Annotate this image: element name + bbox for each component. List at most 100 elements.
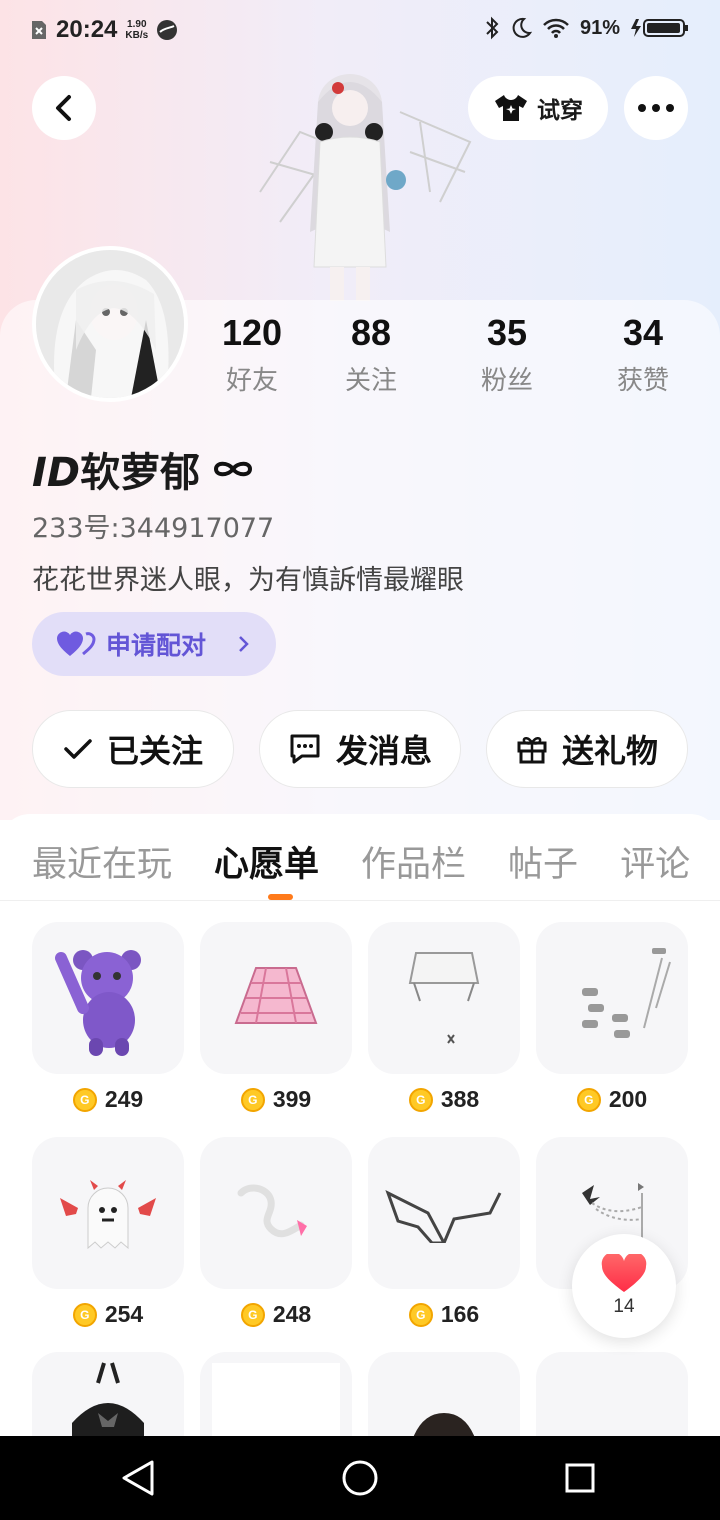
user-id: 233号:344917077	[32, 513, 275, 544]
price-value: 388	[440, 1086, 480, 1112]
battery-percent: 91%	[579, 16, 620, 39]
tab-posts[interactable]: 帖子	[508, 836, 578, 887]
coin-icon: G	[576, 1087, 601, 1112]
white-tail-icon	[231, 1178, 321, 1248]
stat-label: 获赞	[616, 366, 669, 396]
nav-home-button[interactable]	[338, 1456, 382, 1500]
item-price: G 399	[200, 1086, 352, 1113]
stat-fans[interactable]: 35 粉丝	[428, 312, 586, 397]
coin-icon: G	[408, 1302, 433, 1327]
send-gift-button[interactable]: 送礼物	[486, 710, 688, 788]
item-price: G 388	[368, 1086, 520, 1113]
price-value: 254	[104, 1301, 144, 1327]
send-message-label: 发消息	[335, 732, 432, 770]
wishlist-item[interactable]: G 254	[32, 1137, 184, 1328]
item-price: G 166	[368, 1301, 520, 1328]
chevron-right-icon	[238, 634, 250, 654]
item-price: G 254	[32, 1301, 184, 1328]
try-on-button[interactable]: 试穿	[468, 76, 608, 140]
send-message-button[interactable]: 发消息	[259, 710, 461, 788]
wishlist-item[interactable]: G 399	[200, 922, 352, 1113]
status-bar: 20:24 1.90 KB/s 91%	[0, 0, 720, 64]
purple-bear-icon	[53, 938, 163, 1058]
item-thumbnail	[368, 922, 520, 1074]
heart-icon	[601, 1254, 647, 1294]
system-navigation-bar	[0, 1436, 720, 1520]
double-heart-icon	[56, 630, 96, 658]
item-thumbnail	[536, 922, 688, 1074]
tab-recent-played[interactable]: 最近在玩	[32, 836, 172, 887]
item-price: G 249	[32, 1086, 184, 1113]
circle-home-icon	[340, 1458, 380, 1498]
item-thumbnail	[32, 1137, 184, 1289]
wishlist-item[interactable]: G 200	[536, 922, 688, 1113]
wishlist-item[interactable]: G 388	[368, 922, 520, 1113]
square-recents-icon	[562, 1460, 598, 1496]
bio: 花花世界迷人眼，为有慎訴情最耀眼	[32, 565, 464, 596]
triangle-back-icon	[120, 1458, 156, 1498]
more-button[interactable]	[624, 76, 688, 140]
glasses-icon	[384, 1183, 504, 1243]
try-on-label: 试穿	[537, 98, 583, 124]
name-prefix: ID	[32, 450, 81, 496]
bluetooth-icon	[484, 16, 500, 40]
hair-clips-icon	[552, 938, 672, 1058]
white-shorts-icon	[404, 943, 484, 1053]
gift-icon	[516, 733, 548, 765]
stat-friends[interactable]: 120 好友	[190, 312, 314, 397]
battery-charging-icon	[630, 17, 690, 39]
item-thumbnail	[32, 922, 184, 1074]
floating-like-button[interactable]: 14	[572, 1234, 676, 1338]
stat-value: 34	[622, 312, 664, 353]
profile-name: ID软萝郁	[32, 440, 254, 498]
app-notification-icon	[156, 19, 178, 41]
tab-works[interactable]: 作品栏	[361, 836, 466, 887]
item-price: G 248	[200, 1301, 352, 1328]
send-gift-label: 送礼物	[561, 732, 658, 770]
item-thumbnail	[200, 922, 352, 1074]
coin-icon: G	[72, 1302, 97, 1327]
nav-recents-button[interactable]	[558, 1456, 602, 1500]
followed-label: 已关注	[106, 732, 203, 770]
tab-comments[interactable]: 评论	[620, 836, 690, 887]
stat-value: 35	[486, 312, 528, 353]
stat-label: 好友	[225, 366, 278, 396]
price-value: 399	[272, 1086, 312, 1112]
profile-stats: 120 好友 88 关注 35 粉丝 34 获赞	[190, 312, 710, 397]
back-button[interactable]	[32, 76, 96, 140]
infinity-badge-icon	[212, 458, 254, 480]
avatar[interactable]	[32, 246, 188, 402]
chat-bubble-icon	[288, 733, 322, 765]
profile-tabs: 最近在玩 心愿单 作品栏 帖子 评论	[32, 836, 690, 887]
wishlist-item[interactable]: G 166	[368, 1137, 520, 1328]
coin-icon: G	[408, 1087, 433, 1112]
nav-back-button[interactable]	[116, 1456, 160, 1500]
price-value: 200	[608, 1086, 648, 1112]
wifi-icon	[542, 17, 570, 39]
request-pair-button[interactable]: 申请配对	[32, 612, 276, 676]
moon-icon	[510, 17, 532, 39]
sim-off-icon	[30, 19, 48, 41]
wishlist-item[interactable]: G 248	[200, 1137, 352, 1328]
shirt-icon	[493, 93, 529, 123]
stat-following[interactable]: 88 关注	[314, 312, 428, 397]
pink-skirt-icon	[231, 963, 321, 1033]
stat-label: 粉丝	[480, 366, 533, 396]
check-icon	[63, 738, 93, 760]
devil-ghost-icon	[58, 1168, 158, 1258]
stat-likes[interactable]: 34 获赞	[586, 312, 700, 397]
divider	[0, 900, 720, 901]
followed-button[interactable]: 已关注	[32, 710, 234, 788]
stat-value: 88	[350, 312, 392, 353]
coin-icon: G	[72, 1087, 97, 1112]
tab-wishlist[interactable]: 心愿单	[214, 836, 319, 887]
stat-label: 关注	[344, 366, 397, 396]
stat-value: 120	[221, 312, 283, 353]
price-value: 248	[272, 1301, 312, 1327]
item-thumbnail	[200, 1137, 352, 1289]
network-speed: 1.90 KB/s	[125, 19, 149, 41]
coin-icon: G	[240, 1302, 265, 1327]
more-dots-icon	[638, 104, 674, 112]
wishlist-item[interactable]: G 249	[32, 922, 184, 1113]
item-price: G 200	[536, 1086, 688, 1113]
